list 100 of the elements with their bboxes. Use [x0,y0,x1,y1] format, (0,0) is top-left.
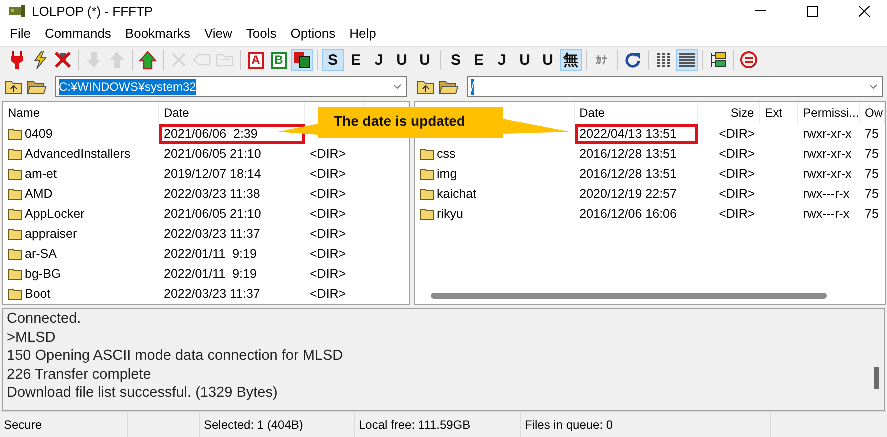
file-name[interactable]: Boot [3,287,159,302]
size-cell-text: <DIR> [718,147,756,162]
charset-button[interactable]: U [537,49,559,72]
file-name[interactable]: AMD [3,187,159,202]
charset-button[interactable]: U [414,49,436,72]
date-cell: 2021/06/06 2:39 [159,124,305,144]
charset-button[interactable]: S [445,49,467,72]
toolbar-button[interactable] [676,49,698,72]
scrollbar-thumb[interactable] [431,292,827,299]
file-name[interactable]: bg-BG [3,267,159,282]
file-name-text[interactable]: kaichat [437,187,477,202]
charset-button[interactable]: U [514,49,536,72]
path-field[interactable]: / [467,76,883,98]
size-cell-text: <DIR> [309,147,348,162]
menu-item[interactable]: Tools [239,26,284,42]
file-name[interactable]: appraiser [3,227,159,242]
column-header[interactable]: Date [159,102,305,124]
file-name[interactable]: AppLocker [3,207,159,222]
plug-icon[interactable] [10,51,24,70]
date-cell-text: 2022/01/11 9:19 [163,246,258,264]
menu-item[interactable]: Options [284,26,343,42]
folder-icon [420,208,434,220]
column-header[interactable]: Permissi... [798,102,860,124]
menu-item[interactable]: View [197,26,240,42]
column-header[interactable]: Name [3,102,159,124]
details-view-icon[interactable] [678,53,696,68]
window-title: LOLPOP (*) - FFFTP [32,4,154,18]
transfer-mode-button[interactable]: A [245,49,267,72]
folder-icon [420,148,434,160]
charset-button[interactable]: E [468,49,490,72]
date-cell-text: 2022/03/23 11:38 [163,186,262,204]
charset-button[interactable]: J [491,49,513,72]
parent-folder-icon[interactable] [5,78,23,95]
date-cell-text: 2016/12/28 13:51 [578,146,678,164]
column-header[interactable]: Date [574,102,698,124]
owner-cell-text: 75 [864,127,880,142]
file-name-text[interactable]: rikyu [437,207,464,222]
permissions-cell-text: rwxr-xr-x [802,127,853,142]
path-field[interactable]: C:¥WINDOWS¥system32 [55,76,407,98]
transfer-mode-button[interactable]: B [268,49,290,72]
column-header[interactable]: Ow [860,102,885,124]
scrollbar-thumb[interactable] [874,366,878,389]
date-cell-text: 2019/12/07 18:14 [163,166,262,184]
size-cell-text: <DIR> [309,287,348,302]
charset-button[interactable]: J [368,49,390,72]
date-cell-text: 2016/12/06 16:06 [578,206,678,224]
column-header[interactable]: Ext [760,102,798,124]
file-name-text[interactable]: css [437,147,456,162]
file-name-text: 0409 [25,127,53,142]
menu-item[interactable]: Bookmarks [118,26,198,42]
file-name-text: AppLocker [25,207,85,222]
owner-cell-text: 75 [864,167,880,182]
folder-icon [8,188,22,200]
permissions-cell-text: rwx---r-x [802,207,851,222]
file-name[interactable]: 0409 [3,127,159,142]
permissions-cell-text: rwx---r-x [802,187,851,202]
folder-icon [8,288,22,300]
size-cell-text: <DIR> [718,187,756,202]
folder-icon [8,168,22,180]
file-name-text: AMD [25,187,53,202]
log-line: Download file list successful. (1329 Bytes) [7,384,279,402]
list-view-icon[interactable] [656,53,672,68]
status-text: Secure [0,412,128,437]
file-name[interactable]: ar-SA [3,247,159,262]
permissions-cell-text: rwxr-xr-x [802,147,853,162]
date-cell-text: 2022/03/23 11:37 [163,286,262,304]
file-name-text[interactable]: img [437,167,458,182]
menu-item[interactable]: Commands [38,26,118,42]
file-name-text: Boot [25,287,51,302]
app-icon [8,4,26,18]
owner-cell-text: 75 [864,147,880,162]
size-cell-text: <DIR> [309,167,348,182]
status-text: Local free: 111.59GB [355,412,521,437]
folder-icon [8,208,22,220]
folder-icon [8,148,22,160]
menu-item[interactable]: File [3,26,38,42]
column-header[interactable]: Size [698,102,760,124]
date-cell-text: 2022/01/11 9:19 [163,266,258,284]
charset-button[interactable]: S [322,49,344,72]
folder-icon [8,248,22,260]
charset-button[interactable]: 無 [560,49,582,72]
folder-icon [8,268,22,280]
file-name[interactable]: AdvancedInstallers [3,147,159,162]
dropdown-icon[interactable] [869,84,878,90]
charset-button[interactable]: E [345,49,367,72]
charset-button[interactable]: U [391,49,413,72]
menu-item[interactable]: Help [342,26,384,42]
size-cell-text: <DIR> [309,207,348,222]
file-name-text: AdvancedInstallers [25,147,131,162]
folder-icon [420,168,434,180]
parent-folder-icon[interactable] [417,78,435,95]
folder-icon [420,188,434,200]
dropdown-icon[interactable] [393,84,402,90]
open-folder-icon[interactable] [439,78,459,95]
file-name[interactable]: am-et [3,167,159,182]
size-cell-text: <DIR> [718,167,756,182]
open-folder-icon[interactable] [27,78,47,95]
file-name-text: appraiser [25,227,78,242]
size-cell-text: <DIR> [718,127,756,142]
size-cell-text: <DIR> [309,267,348,282]
